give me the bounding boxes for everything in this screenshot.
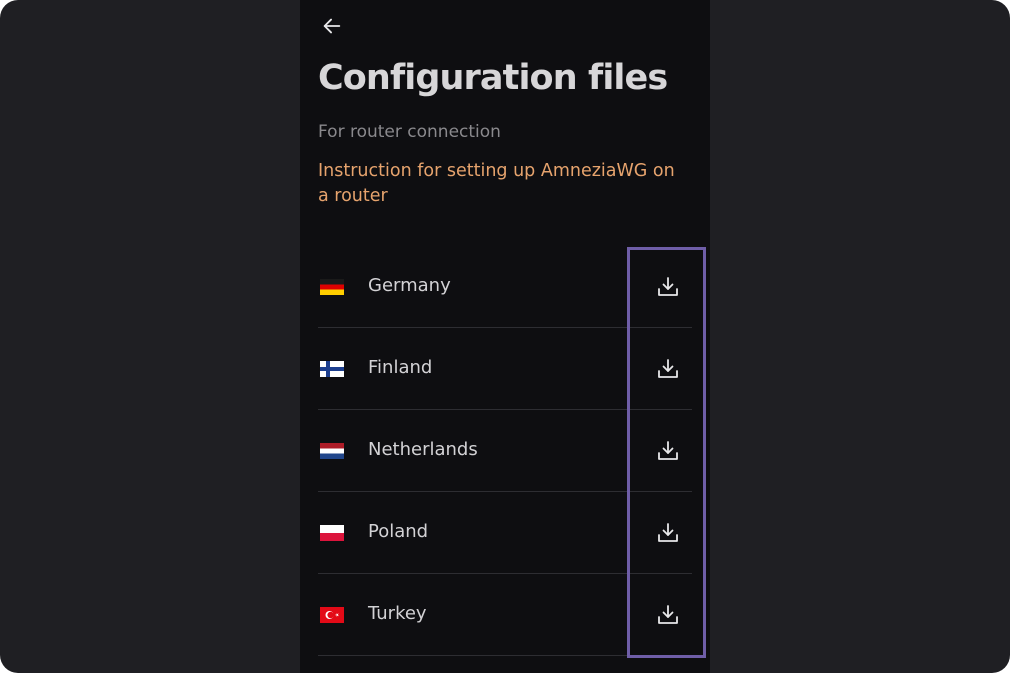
download-icon: [658, 605, 678, 624]
country-name: Poland: [368, 521, 429, 542]
list-item: Germany: [318, 246, 692, 328]
list-item: Poland: [318, 492, 692, 574]
download-button[interactable]: [654, 273, 682, 301]
list-item: Turkey: [318, 574, 692, 656]
download-button[interactable]: [654, 601, 682, 629]
turkey-flag: [320, 607, 344, 623]
instruction-link[interactable]: Instruction for setting up AmneziaWG on …: [318, 159, 690, 209]
page-title: Configuration files: [318, 58, 668, 98]
app-window: Configuration files For router connectio…: [0, 0, 1010, 673]
download-icon: [658, 359, 678, 378]
back-button[interactable]: [318, 12, 346, 40]
download-button[interactable]: [654, 519, 682, 547]
download-icon: [658, 441, 678, 460]
country-name: Netherlands: [368, 439, 478, 460]
list-item: Netherlands: [318, 410, 692, 492]
country-name: Turkey: [368, 603, 427, 624]
download-icon: [658, 523, 678, 542]
download-icon: [658, 277, 678, 296]
arrow-left-icon: [323, 18, 341, 34]
poland-flag: [320, 525, 344, 541]
netherlands-flag: [320, 443, 344, 459]
download-button[interactable]: [654, 437, 682, 465]
finland-flag: [320, 361, 344, 377]
country-name: Germany: [368, 275, 451, 296]
country-list: Germany Finland Netherlands Poland Turke…: [318, 246, 692, 656]
list-item: Finland: [318, 328, 692, 410]
germany-flag: [320, 279, 344, 295]
download-button[interactable]: [654, 355, 682, 383]
page-subtitle: For router connection: [318, 122, 501, 142]
config-files-screen: Configuration files For router connectio…: [300, 0, 710, 673]
country-name: Finland: [368, 357, 433, 378]
